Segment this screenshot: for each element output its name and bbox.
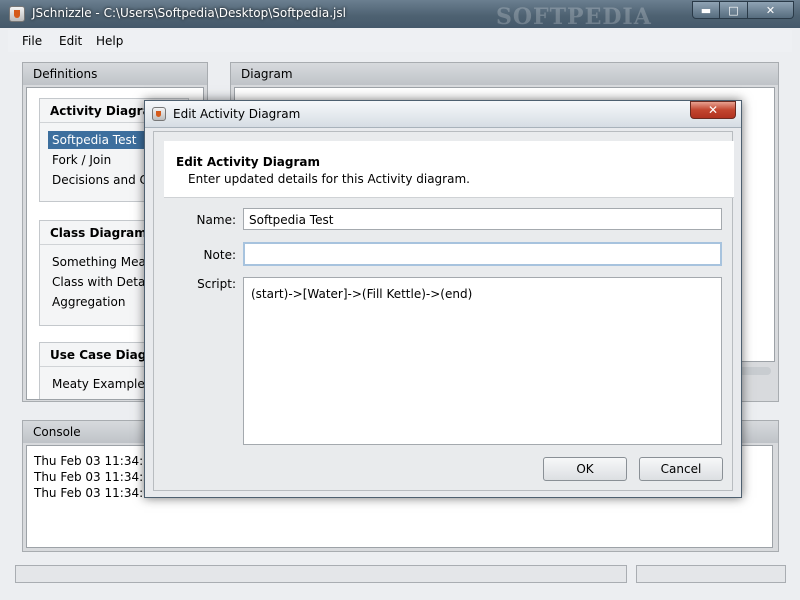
softpedia-watermark: SOFTPEDIA <box>496 4 652 30</box>
edit-activity-diagram-dialog: Edit Activity Diagram ✕ Edit Activity Di… <box>144 100 742 498</box>
console-line: Thu Feb 03 11:34:11 <box>34 454 159 468</box>
dialog-close-button[interactable]: ✕ <box>690 101 736 119</box>
dialog-body: Edit Activity Diagram Enter updated deta… <box>153 131 734 491</box>
progress-bar <box>636 565 786 583</box>
console-line: Thu Feb 03 11:34:54 <box>34 486 159 500</box>
maximize-icon: □ <box>728 3 739 17</box>
menu-help[interactable]: Help <box>96 34 123 48</box>
menu-bar: File Edit Help <box>8 30 792 52</box>
script-textarea[interactable]: (start)->[Water]->(Fill Kettle)->(end) <box>243 277 722 445</box>
name-label: Name: <box>196 213 236 227</box>
maximize-button[interactable]: □ <box>720 1 748 19</box>
console-title: Console <box>33 425 81 439</box>
minimize-button[interactable]: ▬ <box>692 1 720 19</box>
list-item[interactable]: Fork / Join <box>48 151 115 169</box>
console-line: Thu Feb 03 11:34:21 <box>34 470 159 484</box>
title-bar[interactable]: JSchnizzle - C:\Users\Softpedia\Desktop\… <box>0 0 800 30</box>
list-item[interactable]: Aggregation <box>48 293 129 311</box>
close-button[interactable]: ✕ <box>748 1 794 19</box>
ok-button[interactable]: OK <box>543 457 627 481</box>
name-field[interactable]: Softpedia Test <box>243 208 722 230</box>
close-icon: ✕ <box>765 3 776 17</box>
close-icon: ✕ <box>707 103 719 117</box>
list-item[interactable]: Softpedia Test <box>48 131 158 149</box>
note-field[interactable] <box>243 242 722 266</box>
dialog-banner: Edit Activity Diagram Enter updated deta… <box>164 141 734 198</box>
definitions-title: Definitions <box>33 67 98 81</box>
script-label: Script: <box>197 277 236 291</box>
window-title: JSchnizzle - C:\Users\Softpedia\Desktop\… <box>32 6 346 20</box>
list-item[interactable]: Decisions and C <box>48 171 152 189</box>
cancel-button[interactable]: Cancel <box>639 457 723 481</box>
definitions-header: Definitions <box>23 63 207 85</box>
dialog-title: Edit Activity Diagram <box>173 107 301 121</box>
diagram-header: Diagram <box>231 63 778 85</box>
caption-buttons: ▬ □ ✕ <box>692 1 794 20</box>
java-app-icon <box>152 107 166 121</box>
dialog-title-bar[interactable]: Edit Activity Diagram ✕ <box>145 101 741 128</box>
dialog-heading: Edit Activity Diagram <box>176 155 321 169</box>
list-item[interactable]: Meaty Example <box>48 375 149 393</box>
menu-edit[interactable]: Edit <box>59 34 82 48</box>
note-label: Note: <box>203 248 236 262</box>
dialog-subheading: Enter updated details for this Activity … <box>188 172 470 186</box>
list-item[interactable]: Class with Detai <box>48 273 153 291</box>
status-bar <box>15 565 627 583</box>
menu-file[interactable]: File <box>22 34 42 48</box>
minimize-icon: ▬ <box>700 3 712 17</box>
diagram-title: Diagram <box>241 67 293 81</box>
java-app-icon <box>9 6 25 22</box>
